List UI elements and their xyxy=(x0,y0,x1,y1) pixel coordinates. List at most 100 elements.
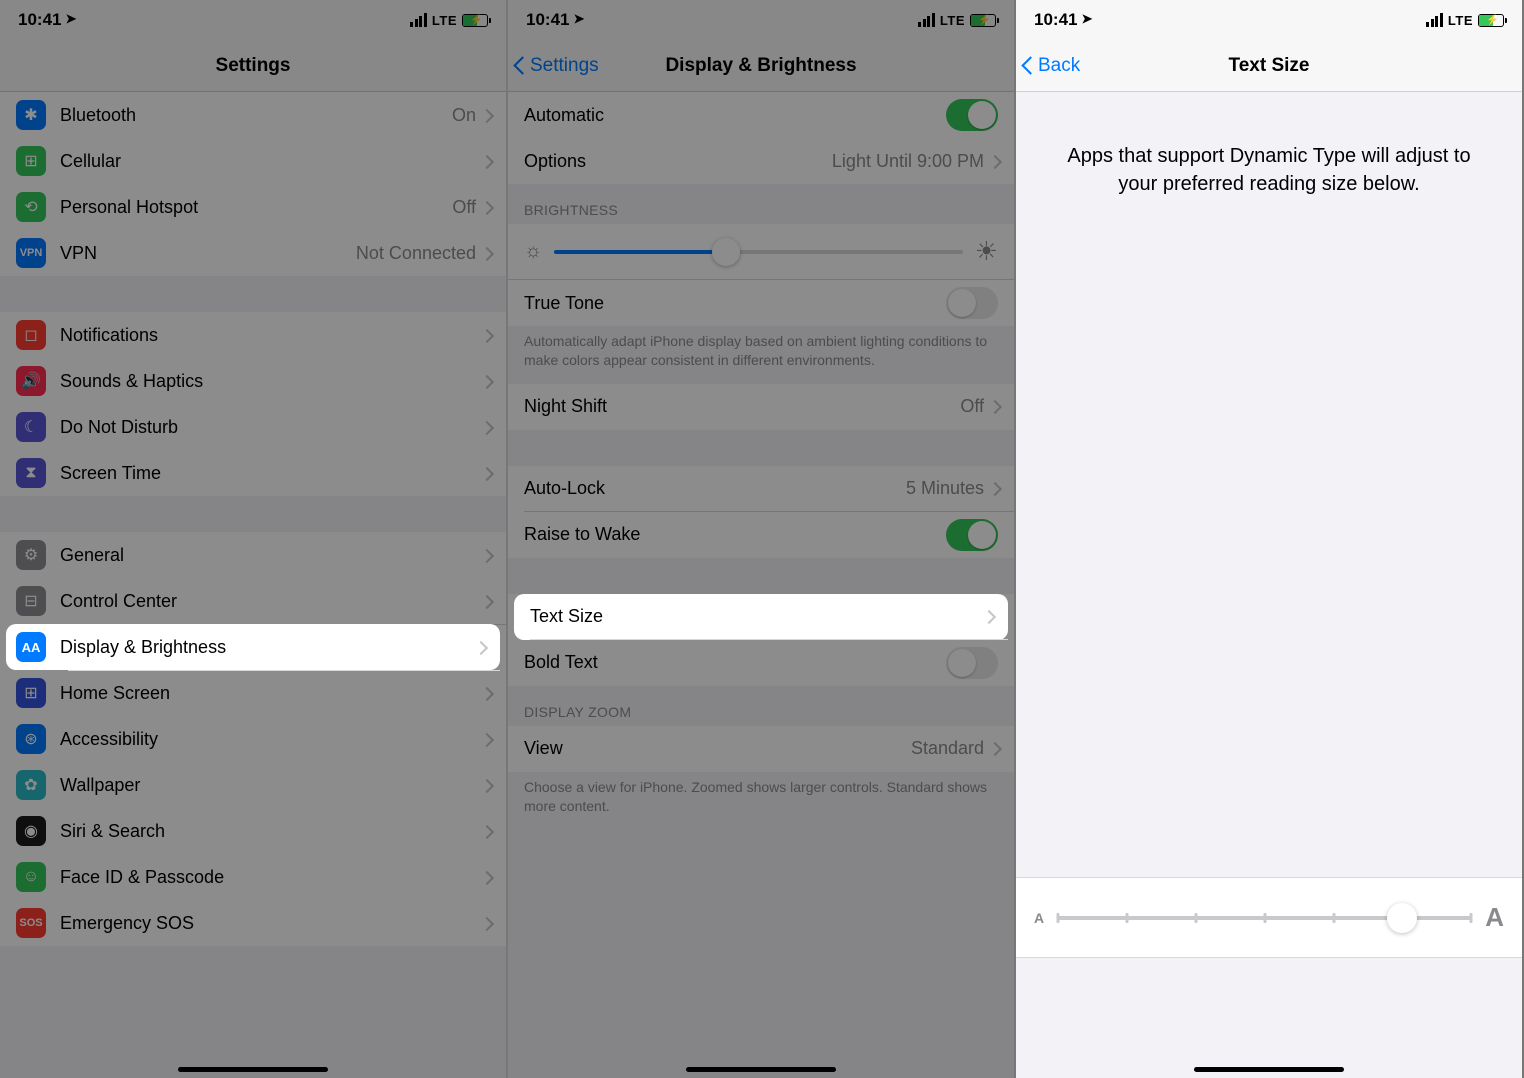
page-title: Text Size xyxy=(1229,55,1310,77)
battery-icon: ⚡ xyxy=(1478,14,1504,27)
status-bar: 10:41 ➤ LTE ⚡ xyxy=(508,0,1014,40)
home-indicator[interactable] xyxy=(686,1067,836,1072)
automatic-toggle[interactable] xyxy=(946,99,998,131)
row-options[interactable]: Options Light Until 9:00 PM xyxy=(508,138,1014,184)
chevron-right-icon xyxy=(990,400,998,413)
row-siri[interactable]: ◉ Siri & Search xyxy=(0,808,506,854)
chevron-right-icon xyxy=(990,742,998,755)
settings-list[interactable]: ✱ Bluetooth On ⊞ Cellular ⟲ Personal Hot… xyxy=(0,92,506,1078)
brightness-slider[interactable] xyxy=(554,250,962,254)
small-a-label: A xyxy=(1034,910,1044,926)
bluetooth-icon: ✱ xyxy=(16,100,46,130)
cellular-icon: ⊞ xyxy=(16,146,46,176)
display-icon: AA xyxy=(16,632,46,662)
chevron-left-icon xyxy=(516,56,528,76)
row-accessibility[interactable]: ⊛ Accessibility xyxy=(0,716,506,762)
home-indicator[interactable] xyxy=(1194,1067,1344,1072)
row-general[interactable]: ⚙ General xyxy=(0,532,506,578)
nav-bar: Settings xyxy=(0,40,506,92)
faceid-icon: ☺ xyxy=(16,862,46,892)
row-bold-text[interactable]: Bold Text xyxy=(508,640,1014,686)
large-a-label: A xyxy=(1485,902,1504,933)
page-title: Display & Brightness xyxy=(665,55,856,77)
row-faceid[interactable]: ☺ Face ID & Passcode xyxy=(0,854,506,900)
back-button[interactable]: Settings xyxy=(516,55,599,77)
location-icon: ➤ xyxy=(1081,11,1092,27)
chevron-right-icon xyxy=(990,155,998,168)
chevron-right-icon xyxy=(482,687,490,700)
home-screen-icon: ⊞ xyxy=(16,678,46,708)
control-center-icon: ⊟ xyxy=(16,586,46,616)
row-bluetooth[interactable]: ✱ Bluetooth On xyxy=(0,92,506,138)
brightness-slider-row: ☼ ☀ xyxy=(508,224,1014,280)
nav-bar: Back Text Size xyxy=(1016,40,1522,92)
row-control-center[interactable]: ⊟ Control Center xyxy=(0,578,506,624)
row-raise-to-wake[interactable]: Raise to Wake xyxy=(508,512,1014,558)
status-time: 10:41 xyxy=(526,10,569,30)
location-icon: ➤ xyxy=(65,11,76,27)
battery-icon: ⚡ xyxy=(462,14,488,27)
display-settings-list[interactable]: Automatic Options Light Until 9:00 PM BR… xyxy=(508,92,1014,1078)
network-label: LTE xyxy=(940,13,965,28)
raise-toggle[interactable] xyxy=(946,519,998,551)
back-button[interactable]: Back xyxy=(1024,55,1080,77)
general-icon: ⚙ xyxy=(16,540,46,570)
screen-text-size: 10:41 ➤ LTE ⚡ Back Text Size Apps that s… xyxy=(1016,0,1524,1078)
chevron-right-icon xyxy=(482,917,490,930)
row-truetone[interactable]: True Tone xyxy=(508,280,1014,326)
home-indicator[interactable] xyxy=(178,1067,328,1072)
row-automatic[interactable]: Automatic xyxy=(508,92,1014,138)
row-cellular[interactable]: ⊞ Cellular xyxy=(0,138,506,184)
row-dnd[interactable]: ☾ Do Not Disturb xyxy=(0,404,506,450)
chevron-right-icon xyxy=(482,247,490,260)
chevron-right-icon xyxy=(482,871,490,884)
network-label: LTE xyxy=(432,13,457,28)
display-zoom-header: DISPLAY ZOOM xyxy=(508,686,1014,726)
truetone-footer: Automatically adapt iPhone display based… xyxy=(508,326,1014,384)
chevron-right-icon xyxy=(482,467,490,480)
row-screentime[interactable]: ⧗ Screen Time xyxy=(0,450,506,496)
row-notifications[interactable]: ◻ Notifications xyxy=(0,312,506,358)
row-auto-lock[interactable]: Auto-Lock 5 Minutes xyxy=(508,466,1014,512)
hotspot-icon: ⟲ xyxy=(16,192,46,222)
status-time: 10:41 xyxy=(18,10,61,30)
row-text-size[interactable]: Text Size xyxy=(514,594,1008,640)
page-title: Settings xyxy=(216,55,291,77)
wallpaper-icon: ✿ xyxy=(16,770,46,800)
row-wallpaper[interactable]: ✿ Wallpaper xyxy=(0,762,506,808)
status-time: 10:41 xyxy=(1034,10,1077,30)
display-zoom-footer: Choose a view for iPhone. Zoomed shows l… xyxy=(508,772,1014,830)
chevron-right-icon xyxy=(476,641,484,654)
battery-icon: ⚡ xyxy=(970,14,996,27)
chevron-right-icon xyxy=(482,201,490,214)
row-hotspot[interactable]: ⟲ Personal Hotspot Off xyxy=(0,184,506,230)
screentime-icon: ⧗ xyxy=(16,458,46,488)
row-view[interactable]: View Standard xyxy=(508,726,1014,772)
row-home-screen[interactable]: ⊞ Home Screen xyxy=(0,670,506,716)
bold-text-toggle[interactable] xyxy=(946,647,998,679)
text-size-slider[interactable] xyxy=(1058,916,1471,920)
network-label: LTE xyxy=(1448,13,1473,28)
signal-icon xyxy=(410,13,427,27)
chevron-right-icon xyxy=(482,421,490,434)
dynamic-type-explain: Apps that support Dynamic Type will adju… xyxy=(1016,92,1522,248)
chevron-right-icon xyxy=(984,610,992,623)
screen-display-brightness: 10:41 ➤ LTE ⚡ Settings Display & Brightn… xyxy=(508,0,1016,1078)
text-size-slider-row: A A xyxy=(1016,877,1522,958)
truetone-toggle[interactable] xyxy=(946,287,998,319)
row-emergency-sos[interactable]: SOS Emergency SOS xyxy=(0,900,506,946)
screen-settings: 10:41 ➤ LTE ⚡ Settings ✱ Bluetooth On ⊞ … xyxy=(0,0,508,1078)
status-bar: 10:41 ➤ LTE ⚡ xyxy=(1016,0,1522,40)
signal-icon xyxy=(918,13,935,27)
chevron-right-icon xyxy=(482,155,490,168)
chevron-right-icon xyxy=(482,109,490,122)
row-sounds[interactable]: 🔊 Sounds & Haptics xyxy=(0,358,506,404)
chevron-right-icon xyxy=(482,329,490,342)
row-display-brightness[interactable]: AA Display & Brightness xyxy=(6,624,500,670)
dnd-icon: ☾ xyxy=(16,412,46,442)
row-night-shift[interactable]: Night Shift Off xyxy=(508,384,1014,430)
status-bar: 10:41 ➤ LTE ⚡ xyxy=(0,0,506,40)
sounds-icon: 🔊 xyxy=(16,366,46,396)
row-vpn[interactable]: VPN VPN Not Connected xyxy=(0,230,506,276)
sun-small-icon: ☼ xyxy=(524,240,542,263)
